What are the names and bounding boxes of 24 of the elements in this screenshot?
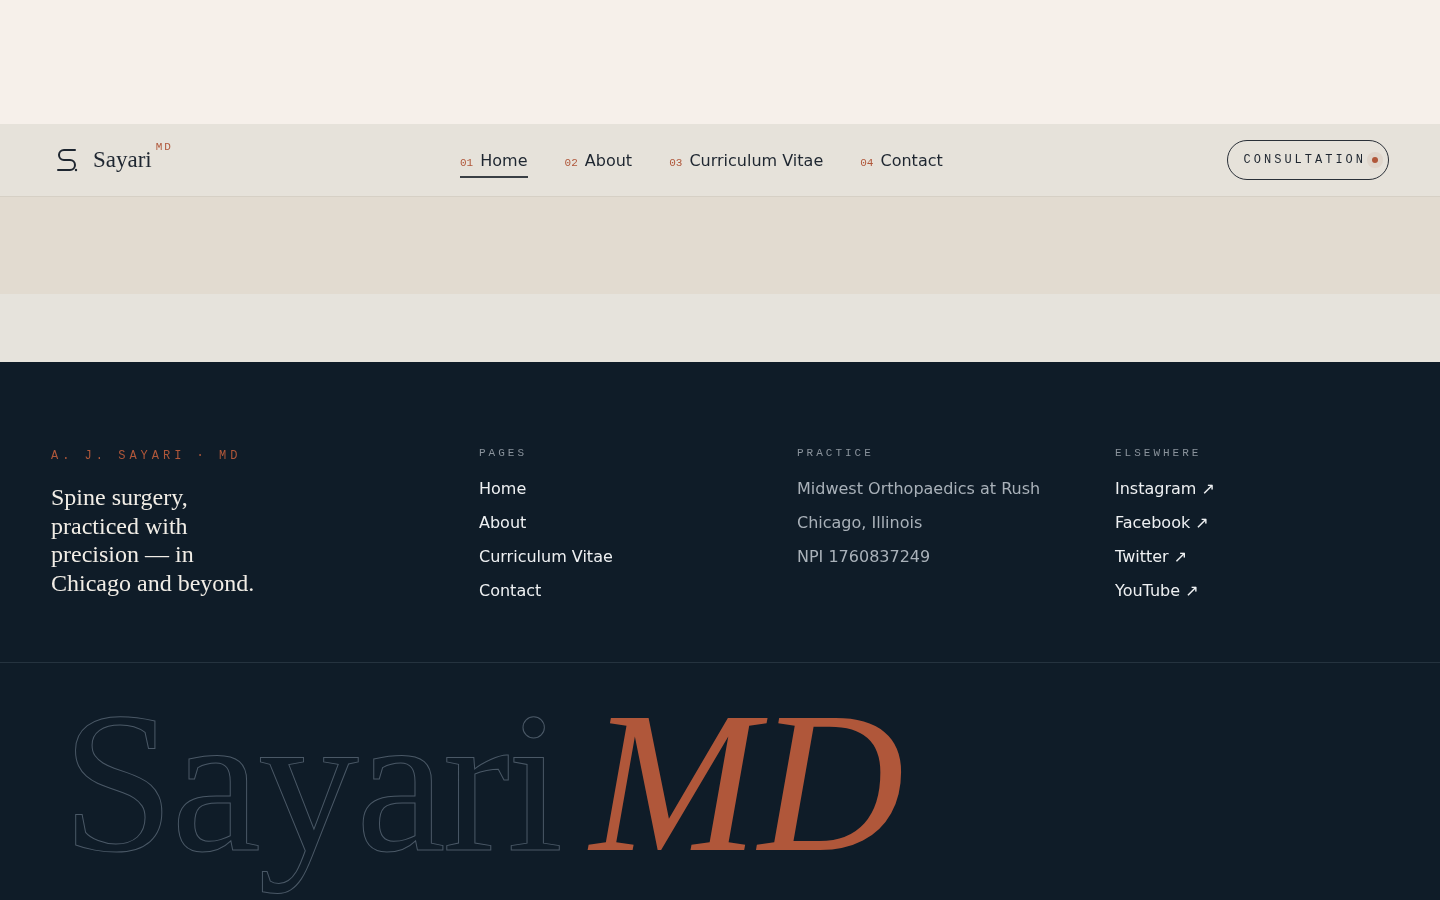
footer-link[interactable]: Home <box>479 479 527 499</box>
column-heading: PRACTICE <box>797 447 874 459</box>
column-heading: ELSEWHERE <box>1115 447 1202 459</box>
footer-link[interactable]: Curriculum Vitae <box>479 547 613 567</box>
brand-suffix: MD <box>155 141 173 153</box>
footer-tagline: Spine surgery, practiced with precision — in Chicago and beyond. <box>51 483 256 597</box>
footer-link[interactable]: Facebook ↗ <box>1115 513 1209 533</box>
wordmark-outline: Sayari <box>62 669 561 896</box>
nav-link[interactable]: 03 Curriculum Vitae <box>669 142 824 178</box>
footer-eyebrow: A. J. SAYARI · MD <box>51 449 243 463</box>
logo-icon <box>55 147 79 173</box>
footer-link[interactable]: Instagram ↗ <box>1115 479 1215 499</box>
footer-link[interactable]: About <box>479 513 527 533</box>
footer-link[interactable]: Contact <box>479 581 542 601</box>
footer-link[interactable]: YouTube ↗ <box>1115 581 1199 601</box>
column-heading: PAGES <box>479 447 527 459</box>
brand-name[interactable]: Sayari <box>93 147 152 173</box>
practice-info: Chicago, Illinois <box>797 513 923 533</box>
practice-info: NPI 1760837249 <box>797 547 931 567</box>
footer-link[interactable]: Twitter ↗ <box>1115 547 1188 567</box>
nav-link[interactable]: 04 Contact <box>860 142 943 178</box>
nav-link[interactable]: 02 About <box>564 142 633 178</box>
nav-link[interactable]: 01 Home <box>460 142 528 178</box>
practice-info: Midwest Orthopaedics at Rush <box>797 479 1041 499</box>
